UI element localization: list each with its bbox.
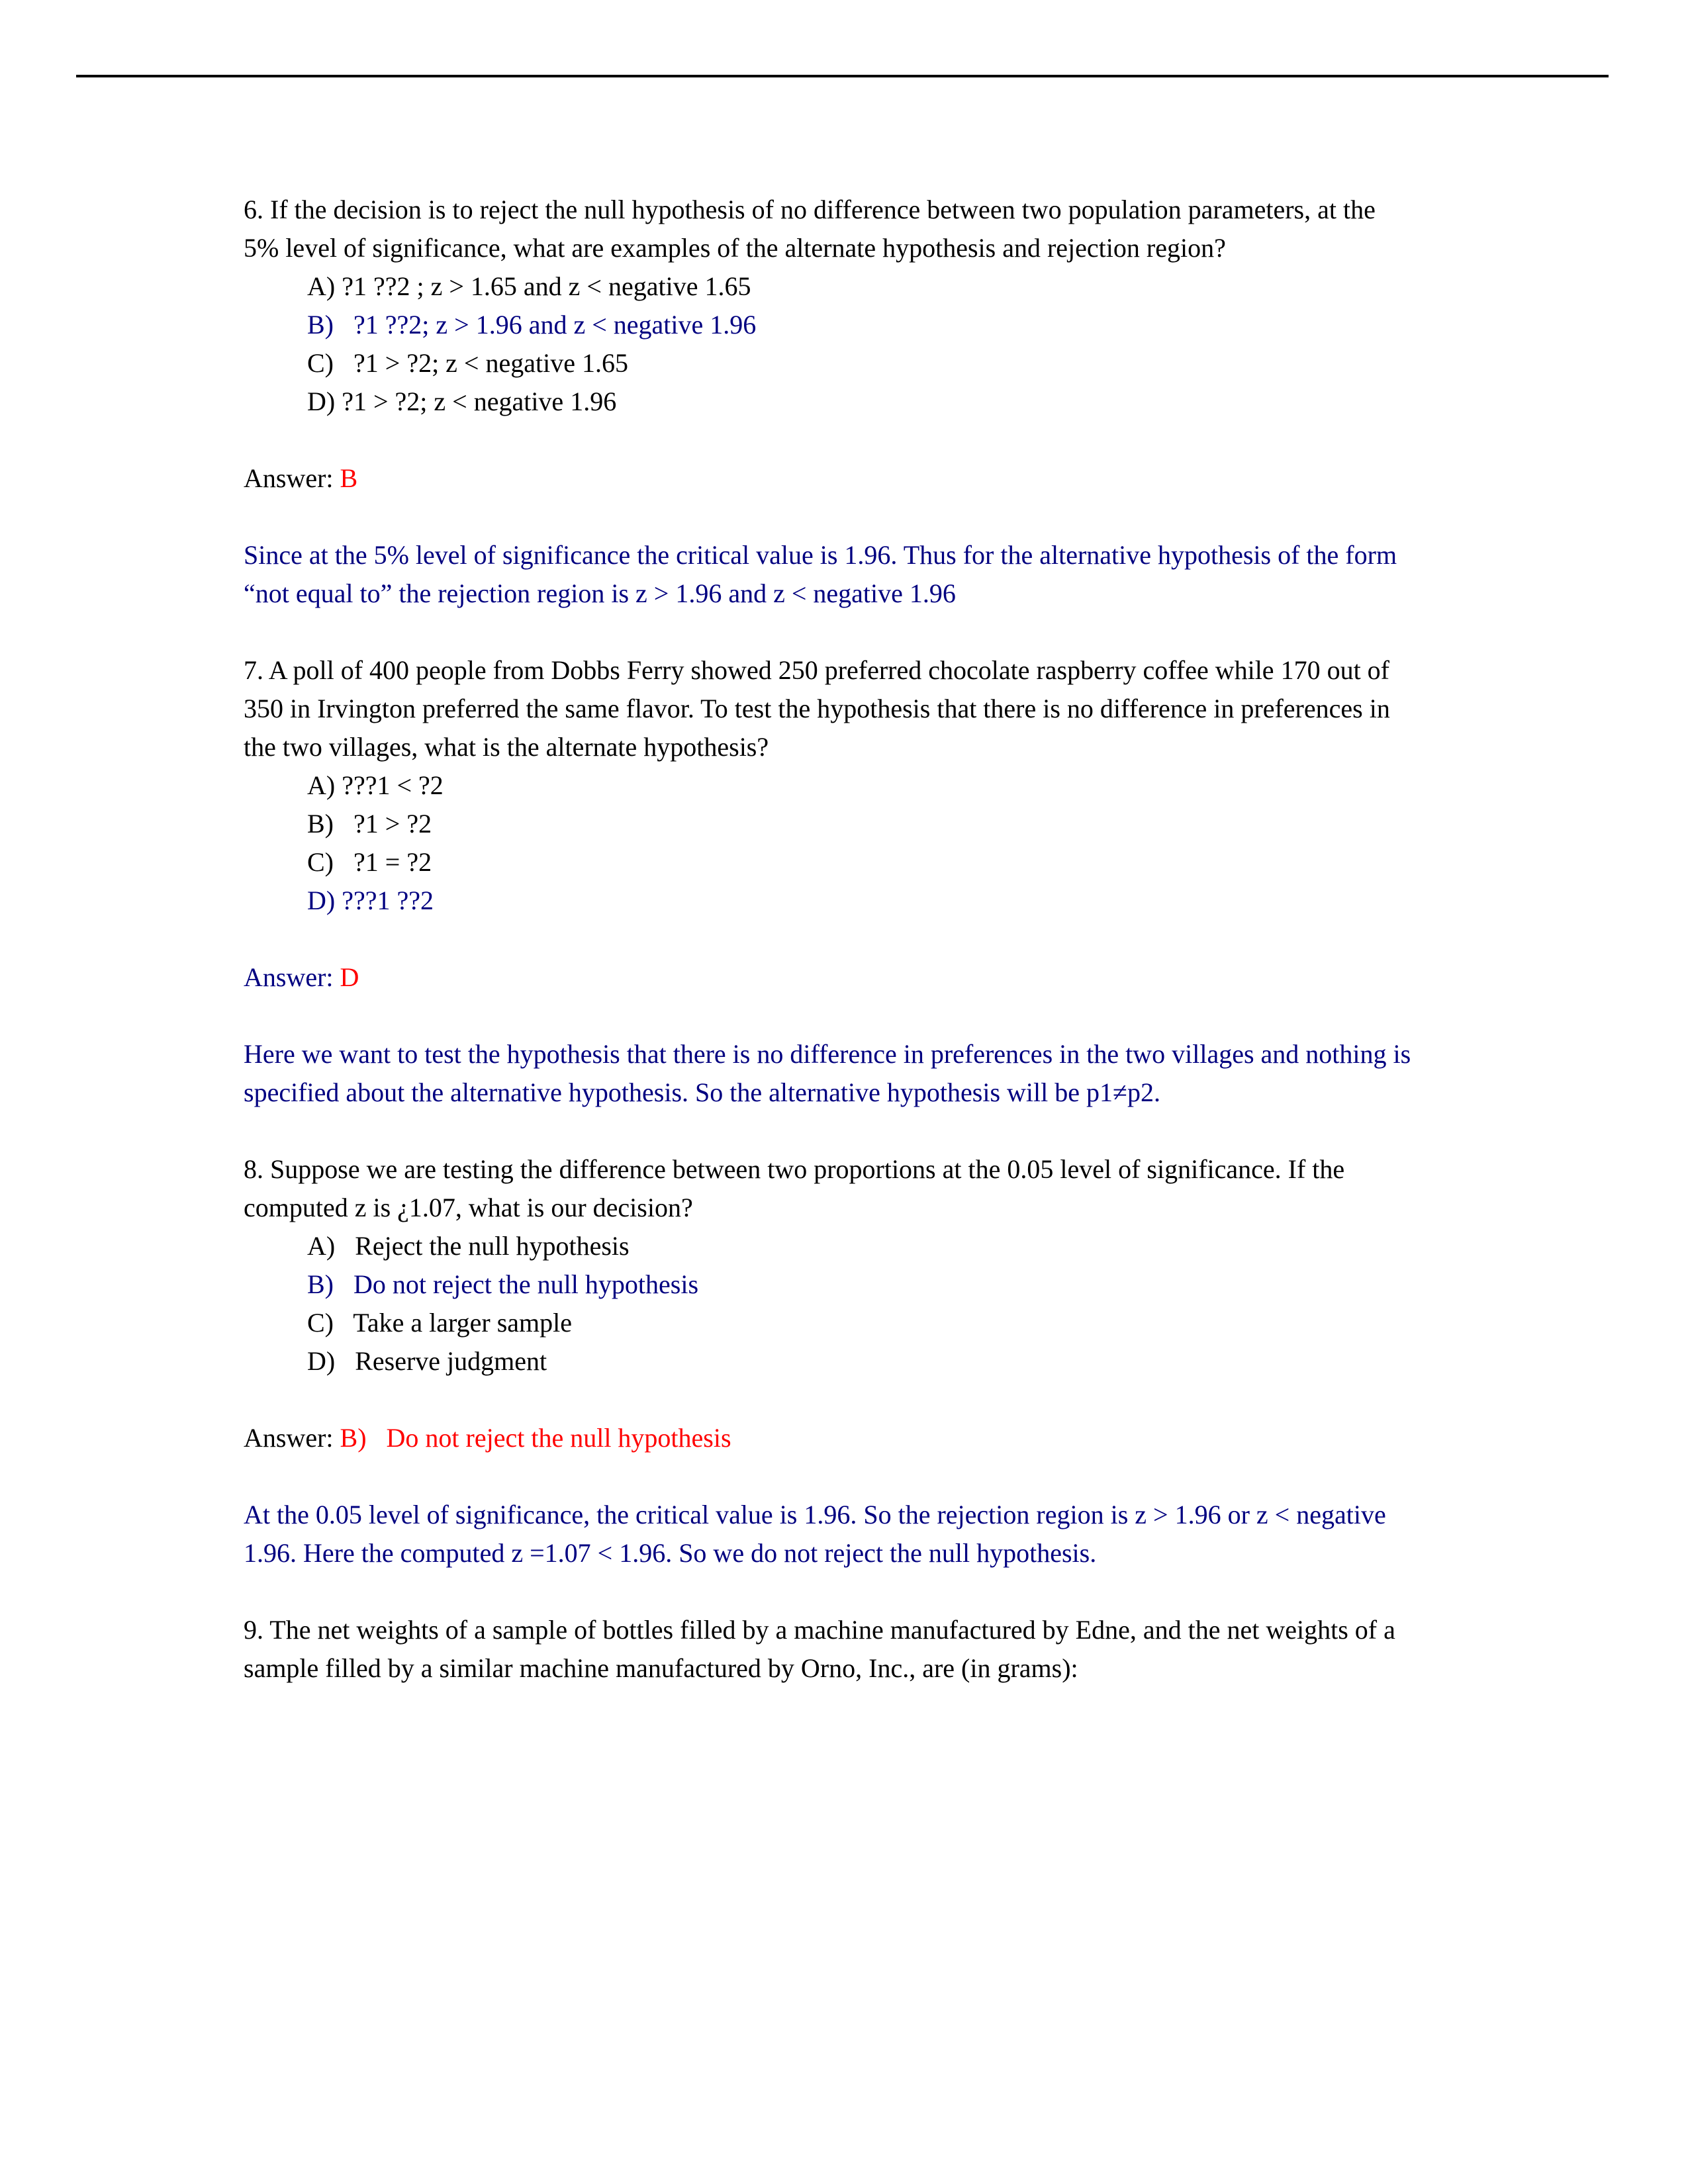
question-7-choice-d[interactable]: D) ???1 ??2 (244, 882, 1415, 920)
question-6-choice-a[interactable]: A) ?1 ??2 ; z > 1.65 and z < negative 1.… (244, 267, 1415, 306)
question-9-stem: 9. The net weights of a sample of bottle… (244, 1615, 1395, 1683)
document-body: 6. If the decision is to reject the null… (244, 191, 1415, 1688)
question-6-answer-line: Answer: B (244, 459, 1415, 498)
question-8-choice-c[interactable]: C) Take a larger sample (244, 1304, 1415, 1342)
question-7-choice-c[interactable]: C) ?1 = ?2 (244, 843, 1415, 882)
question-7-answer-value: D (340, 962, 359, 992)
question-6-choice-c[interactable]: C) ?1 > ?2; z < negative 1.65 (244, 344, 1415, 383)
question-7-choices: A) ???1 < ?2 B) ?1 > ?2 C) ?1 = ?2 D) ??… (244, 766, 1415, 920)
question-8-answer-line: Answer: B) Do not reject the null hypoth… (244, 1419, 1415, 1457)
question-7-explanation: Here we want to test the hypothesis that… (244, 1039, 1411, 1107)
question-8-choice-b[interactable]: B) Do not reject the null hypothesis (244, 1265, 1415, 1304)
document-page: 6. If the decision is to reject the null… (0, 0, 1688, 2184)
question-8-answer-value: B) Do not reject the null hypothesis (340, 1423, 731, 1453)
question-6-choices: A) ?1 ??2 ; z > 1.65 and z < negative 1.… (244, 267, 1415, 421)
question-6-answer-value: B (340, 463, 358, 493)
header-divider-rule (76, 75, 1609, 77)
question-6-choice-d[interactable]: D) ?1 > ?2; z < negative 1.96 (244, 383, 1415, 421)
question-6-stem: 6. If the decision is to reject the null… (244, 195, 1376, 263)
answer-label: Answer: (244, 1423, 340, 1453)
question-7-stem: 7. A poll of 400 people from Dobbs Ferry… (244, 655, 1390, 762)
question-7-choice-b[interactable]: B) ?1 > ?2 (244, 805, 1415, 843)
question-6-choice-b[interactable]: B) ?1 ??2; z > 1.96 and z < negative 1.9… (244, 306, 1415, 344)
question-7-choice-a[interactable]: A) ???1 < ?2 (244, 766, 1415, 805)
question-6-explanation: Since at the 5% level of significance th… (244, 540, 1397, 608)
question-8-explanation: At the 0.05 level of significance, the c… (244, 1500, 1386, 1568)
answer-label: Answer: (244, 463, 340, 493)
question-7-answer-line: Answer: D (244, 958, 1415, 997)
answer-label: Answer: (244, 962, 340, 992)
question-8-stem: 8. Suppose we are testing the difference… (244, 1154, 1345, 1222)
question-8-choice-a[interactable]: A) Reject the null hypothesis (244, 1227, 1415, 1265)
question-8-choices: A) Reject the null hypothesis B) Do not … (244, 1227, 1415, 1381)
question-8-choice-d[interactable]: D) Reserve judgment (244, 1342, 1415, 1381)
